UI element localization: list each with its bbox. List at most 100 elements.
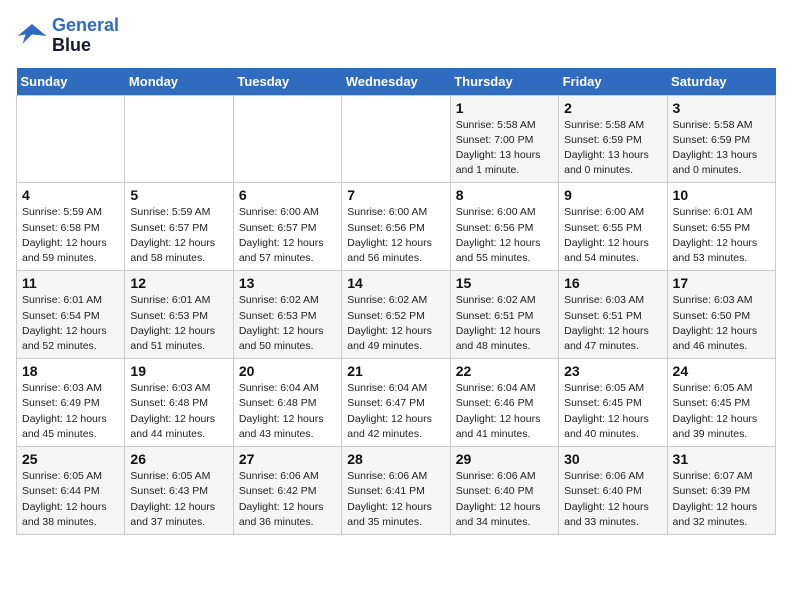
calendar-week-4: 18 Sunrise: 6:03 AM Sunset: 6:49 PM Dayli…: [17, 359, 776, 447]
calendar-cell: 5 Sunrise: 5:59 AM Sunset: 6:57 PM Daylig…: [125, 183, 233, 271]
calendar-week-3: 11 Sunrise: 6:01 AM Sunset: 6:54 PM Dayli…: [17, 271, 776, 359]
day-number: 3: [673, 100, 770, 116]
day-info: Sunrise: 6:03 AM Sunset: 6:50 PM Dayligh…: [673, 293, 770, 354]
day-number: 23: [564, 363, 661, 379]
day-number: 27: [239, 451, 336, 467]
day-info: Sunrise: 6:06 AM Sunset: 6:40 PM Dayligh…: [456, 469, 553, 530]
day-number: 29: [456, 451, 553, 467]
calendar-cell: 29 Sunrise: 6:06 AM Sunset: 6:40 PM Dayli…: [450, 447, 558, 535]
day-number: 13: [239, 275, 336, 291]
calendar-cell: 8 Sunrise: 6:00 AM Sunset: 6:56 PM Daylig…: [450, 183, 558, 271]
day-info: Sunrise: 6:05 AM Sunset: 6:44 PM Dayligh…: [22, 469, 119, 530]
calendar-week-2: 4 Sunrise: 5:59 AM Sunset: 6:58 PM Daylig…: [17, 183, 776, 271]
day-info: Sunrise: 5:59 AM Sunset: 6:58 PM Dayligh…: [22, 205, 119, 266]
day-info: Sunrise: 6:03 AM Sunset: 6:48 PM Dayligh…: [130, 381, 227, 442]
day-number: 30: [564, 451, 661, 467]
day-number: 20: [239, 363, 336, 379]
day-info: Sunrise: 6:00 AM Sunset: 6:56 PM Dayligh…: [456, 205, 553, 266]
day-number: 4: [22, 187, 119, 203]
day-info: Sunrise: 6:05 AM Sunset: 6:45 PM Dayligh…: [564, 381, 661, 442]
weekday-header-saturday: Saturday: [667, 68, 775, 96]
calendar-cell: 3 Sunrise: 5:58 AM Sunset: 6:59 PM Daylig…: [667, 95, 775, 183]
day-info: Sunrise: 6:02 AM Sunset: 6:52 PM Dayligh…: [347, 293, 444, 354]
day-number: 12: [130, 275, 227, 291]
day-number: 6: [239, 187, 336, 203]
calendar-cell: 25 Sunrise: 6:05 AM Sunset: 6:44 PM Dayli…: [17, 447, 125, 535]
weekday-header-thursday: Thursday: [450, 68, 558, 96]
calendar-cell: 22 Sunrise: 6:04 AM Sunset: 6:46 PM Dayli…: [450, 359, 558, 447]
day-info: Sunrise: 6:06 AM Sunset: 6:42 PM Dayligh…: [239, 469, 336, 530]
day-number: 15: [456, 275, 553, 291]
calendar-cell: 13 Sunrise: 6:02 AM Sunset: 6:53 PM Dayli…: [233, 271, 341, 359]
day-info: Sunrise: 5:58 AM Sunset: 6:59 PM Dayligh…: [673, 118, 770, 179]
day-info: Sunrise: 6:04 AM Sunset: 6:47 PM Dayligh…: [347, 381, 444, 442]
calendar-cell: [342, 95, 450, 183]
weekday-header-row: SundayMondayTuesdayWednesdayThursdayFrid…: [17, 68, 776, 96]
day-info: Sunrise: 6:01 AM Sunset: 6:54 PM Dayligh…: [22, 293, 119, 354]
day-number: 2: [564, 100, 661, 116]
calendar-cell: 17 Sunrise: 6:03 AM Sunset: 6:50 PM Dayli…: [667, 271, 775, 359]
day-number: 24: [673, 363, 770, 379]
day-number: 10: [673, 187, 770, 203]
day-info: Sunrise: 6:00 AM Sunset: 6:55 PM Dayligh…: [564, 205, 661, 266]
calendar-cell: [125, 95, 233, 183]
day-info: Sunrise: 6:06 AM Sunset: 6:41 PM Dayligh…: [347, 469, 444, 530]
calendar-cell: 14 Sunrise: 6:02 AM Sunset: 6:52 PM Dayli…: [342, 271, 450, 359]
calendar-cell: 20Sunrise: 6:04 AM Sunset: 6:48 PM Dayli…: [233, 359, 341, 447]
calendar-cell: 9 Sunrise: 6:00 AM Sunset: 6:55 PM Daylig…: [559, 183, 667, 271]
calendar-week-1: 1Sunrise: 5:58 AM Sunset: 7:00 PM Daylig…: [17, 95, 776, 183]
day-number: 18: [22, 363, 119, 379]
calendar-cell: [17, 95, 125, 183]
calendar-cell: 18 Sunrise: 6:03 AM Sunset: 6:49 PM Dayli…: [17, 359, 125, 447]
calendar-cell: 23 Sunrise: 6:05 AM Sunset: 6:45 PM Dayli…: [559, 359, 667, 447]
day-number: 25: [22, 451, 119, 467]
calendar-table: SundayMondayTuesdayWednesdayThursdayFrid…: [16, 68, 776, 535]
weekday-header-tuesday: Tuesday: [233, 68, 341, 96]
day-info: Sunrise: 6:03 AM Sunset: 6:51 PM Dayligh…: [564, 293, 661, 354]
calendar-cell: 16 Sunrise: 6:03 AM Sunset: 6:51 PM Dayli…: [559, 271, 667, 359]
day-number: 22: [456, 363, 553, 379]
day-info: Sunrise: 6:01 AM Sunset: 6:53 PM Dayligh…: [130, 293, 227, 354]
day-info: Sunrise: 5:59 AM Sunset: 6:57 PM Dayligh…: [130, 205, 227, 266]
calendar-cell: 21 Sunrise: 6:04 AM Sunset: 6:47 PM Dayli…: [342, 359, 450, 447]
calendar-week-5: 25 Sunrise: 6:05 AM Sunset: 6:44 PM Dayli…: [17, 447, 776, 535]
calendar-cell: 7Sunrise: 6:00 AM Sunset: 6:56 PM Daylig…: [342, 183, 450, 271]
day-info: Sunrise: 6:01 AM Sunset: 6:55 PM Dayligh…: [673, 205, 770, 266]
logo: GeneralBlue: [16, 16, 119, 56]
calendar-cell: 12 Sunrise: 6:01 AM Sunset: 6:53 PM Dayli…: [125, 271, 233, 359]
day-info: Sunrise: 6:04 AM Sunset: 6:46 PM Dayligh…: [456, 381, 553, 442]
calendar-cell: 11 Sunrise: 6:01 AM Sunset: 6:54 PM Dayli…: [17, 271, 125, 359]
day-number: 21: [347, 363, 444, 379]
calendar-cell: 4 Sunrise: 5:59 AM Sunset: 6:58 PM Daylig…: [17, 183, 125, 271]
day-number: 11: [22, 275, 119, 291]
day-number: 17: [673, 275, 770, 291]
calendar-cell: 19 Sunrise: 6:03 AM Sunset: 6:48 PM Dayli…: [125, 359, 233, 447]
calendar-body: 1Sunrise: 5:58 AM Sunset: 7:00 PM Daylig…: [17, 95, 776, 534]
day-info: Sunrise: 6:00 AM Sunset: 6:56 PM Dayligh…: [347, 205, 444, 266]
logo-icon: [16, 20, 48, 52]
day-info: Sunrise: 6:05 AM Sunset: 6:43 PM Dayligh…: [130, 469, 227, 530]
day-number: 31: [673, 451, 770, 467]
day-number: 14: [347, 275, 444, 291]
day-info: Sunrise: 6:02 AM Sunset: 6:53 PM Dayligh…: [239, 293, 336, 354]
day-info: Sunrise: 6:06 AM Sunset: 6:40 PM Dayligh…: [564, 469, 661, 530]
day-number: 5: [130, 187, 227, 203]
day-number: 26: [130, 451, 227, 467]
day-number: 28: [347, 451, 444, 467]
day-number: 19: [130, 363, 227, 379]
calendar-cell: [233, 95, 341, 183]
calendar-cell: 24Sunrise: 6:05 AM Sunset: 6:45 PM Dayli…: [667, 359, 775, 447]
weekday-header-friday: Friday: [559, 68, 667, 96]
day-number: 16: [564, 275, 661, 291]
page-header: GeneralBlue: [16, 16, 776, 56]
logo-text: GeneralBlue: [52, 16, 119, 56]
day-info: Sunrise: 6:07 AM Sunset: 6:39 PM Dayligh…: [673, 469, 770, 530]
day-number: 9: [564, 187, 661, 203]
weekday-header-wednesday: Wednesday: [342, 68, 450, 96]
calendar-cell: 10 Sunrise: 6:01 AM Sunset: 6:55 PM Dayli…: [667, 183, 775, 271]
day-number: 8: [456, 187, 553, 203]
day-info: Sunrise: 6:02 AM Sunset: 6:51 PM Dayligh…: [456, 293, 553, 354]
calendar-cell: 28 Sunrise: 6:06 AM Sunset: 6:41 PM Dayli…: [342, 447, 450, 535]
calendar-cell: 1Sunrise: 5:58 AM Sunset: 7:00 PM Daylig…: [450, 95, 558, 183]
day-info: Sunrise: 6:03 AM Sunset: 6:49 PM Dayligh…: [22, 381, 119, 442]
